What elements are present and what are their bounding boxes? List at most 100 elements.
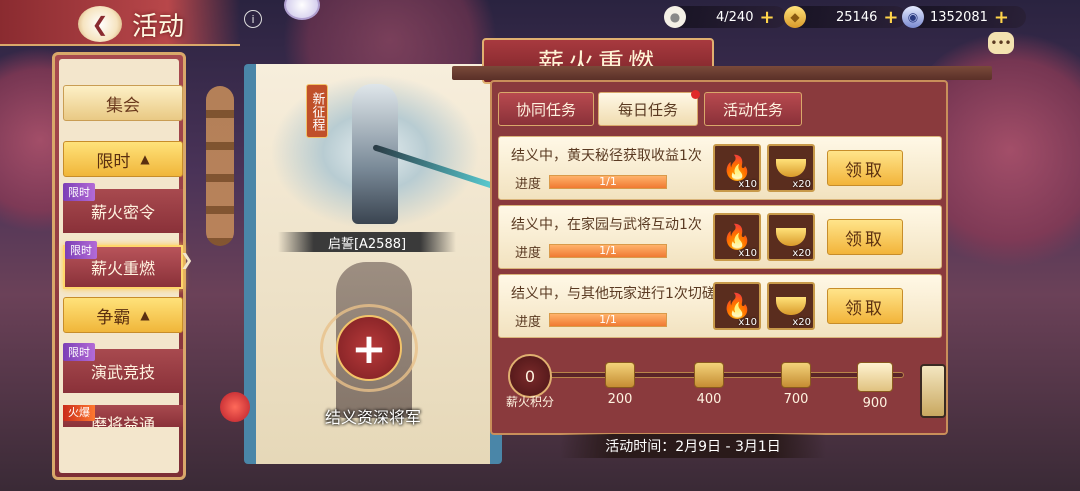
tab-label: 活动任务 — [722, 100, 783, 119]
sidebar-group-label: 限时 — [96, 151, 131, 172]
red-pouch-icon[interactable] — [220, 392, 250, 422]
sidebar-item-mojiang[interactable]: 火爆 磨将益通 — [63, 405, 183, 427]
add-gold-button[interactable]: + — [883, 7, 898, 28]
sidebar-item-xinhuo-chongran[interactable]: 限时 薪火重燃 — [63, 241, 183, 289]
reward-qty: x10 — [738, 317, 757, 328]
new-journey-badge: 新征程 — [306, 84, 328, 138]
reward-qty: x10 — [738, 179, 757, 190]
reward-item[interactable]: 🔥 x10 — [713, 282, 761, 330]
notification-dot-icon — [691, 90, 700, 99]
sidebar-group-label: 集会 — [106, 95, 140, 116]
chevron-up-icon: ▲ — [140, 308, 150, 322]
big-chest-icon — [857, 362, 893, 392]
sidebar-group-label: 争霸 — [96, 307, 131, 328]
limited-tag: 限时 — [63, 183, 95, 201]
scroll-decoration — [206, 86, 234, 246]
milestone-value: 700 — [783, 392, 809, 407]
tab-label: 每日任务 — [617, 100, 678, 119]
limited-tag: 限时 — [63, 343, 95, 361]
tab-daily[interactable]: 每日任务 — [598, 90, 700, 126]
milestone-chest[interactable]: 900 — [850, 362, 900, 411]
reward-qty: x10 — [738, 248, 757, 259]
add-stamina-button[interactable]: + — [759, 7, 774, 28]
badge-text: 新征程 — [309, 91, 325, 131]
reward-qty: x20 — [792, 317, 811, 328]
lantern-icon — [920, 364, 946, 418]
reward-item[interactable]: 🔥 x10 — [713, 213, 761, 261]
sidebar-item-label: 薪火重燃 — [90, 259, 155, 278]
progress-text: 1/1 — [599, 175, 617, 188]
hero-name: 启誓[A2588] — [327, 236, 407, 252]
add-silver-button[interactable]: + — [994, 7, 1009, 28]
score-value: 0 — [524, 366, 536, 386]
progress-bar: 1/1 — [549, 313, 667, 327]
hero-name-plate: 启誓[A2588] — [278, 232, 456, 252]
gold-ingot-icon — [776, 297, 806, 315]
tab-label: 协同任务 — [515, 100, 576, 119]
sidebar-item-xinhuo-miling[interactable]: 限时 薪火密令 — [63, 183, 183, 233]
page-title: 活动 — [132, 12, 185, 42]
task-row: 结义中，与其他玩家进行1次切磋 进度 1/1 🔥 x10 x20 领取 — [498, 274, 942, 338]
score-orb: 0 — [508, 354, 552, 398]
add-ring — [320, 304, 418, 392]
event-time-bar: 活动时间：2月9日 - 3月1日 — [560, 434, 826, 458]
add-general-label: 结义资深将军 — [324, 408, 421, 427]
sidebar-panel: 集会 限时 ▲ 限时 薪火密令 限时 薪火重燃 争霸 ▲ 限时 演武竞技 火爆 … — [59, 59, 183, 473]
milestone-chest[interactable]: 200 — [595, 362, 645, 407]
reward-item[interactable]: 🔥 x10 — [713, 144, 761, 192]
resource-stamina: ● 4/240 + — [664, 6, 786, 28]
milestone-chest[interactable]: 400 — [684, 362, 734, 407]
chest-icon — [605, 362, 635, 388]
collapse-arrow-icon[interactable]: ❯ — [180, 250, 193, 269]
score-label: 薪火积分 — [505, 395, 554, 409]
bun-icon: ● — [664, 6, 686, 28]
progress-text: 1/1 — [599, 244, 617, 257]
info-icon[interactable]: i — [244, 10, 262, 28]
sidebar-item-label: 磨将益通 — [90, 415, 155, 427]
panel-roof — [452, 66, 992, 80]
reward-item[interactable]: x20 — [767, 213, 815, 261]
claim-button[interactable]: 领取 — [827, 219, 903, 255]
task-title: 结义中，在家园与武将互动1次 — [511, 217, 702, 233]
progress-label: 进度 — [515, 315, 542, 330]
resource-value: 4/240 — [716, 9, 754, 25]
progress-text: 1/1 — [599, 313, 617, 326]
claim-button[interactable]: 领取 — [827, 288, 903, 324]
task-title: 结义中，黄天秘径获取收益1次 — [511, 148, 702, 164]
sidebar-group-contest[interactable]: 争霸 ▲ — [63, 297, 183, 333]
progress-bar: 1/1 — [549, 175, 667, 189]
reward-item[interactable]: x20 — [767, 144, 815, 192]
add-general-button[interactable]: + — [320, 304, 418, 392]
fire-bowl-icon: 🔥 — [722, 223, 752, 251]
reward-item[interactable]: x20 — [767, 282, 815, 330]
sidebar-item-label: 演武竞技 — [90, 363, 155, 382]
progress-label: 进度 — [515, 246, 542, 261]
tab-event[interactable]: 活动任务 — [704, 92, 802, 126]
gold-ingot-icon: ◆ — [784, 6, 806, 28]
progress-bar: 1/1 — [549, 244, 667, 258]
event-time: 活动时间：2月9日 - 3月1日 — [605, 439, 781, 455]
chest-icon — [781, 362, 811, 388]
hot-tag: 火爆 — [63, 405, 95, 421]
chevron-up-icon: ▲ — [140, 152, 150, 166]
sidebar-group-gathering[interactable]: 集会 — [63, 85, 183, 121]
sidebar-item-yanwu-jingji[interactable]: 限时 演武竞技 — [63, 343, 183, 393]
resource-value: 25146 — [836, 9, 878, 25]
milestone-chest[interactable]: 700 — [771, 362, 821, 407]
claim-button[interactable]: 领取 — [827, 150, 903, 186]
back-button[interactable]: ❮ — [78, 6, 122, 42]
fire-bowl-icon: 🔥 — [722, 292, 752, 320]
milestone-value: 400 — [696, 392, 722, 407]
limited-tag: 限时 — [65, 241, 97, 259]
milestone-value: 900 — [862, 396, 888, 411]
chat-icon[interactable]: ••• — [988, 32, 1014, 54]
progress-label: 进度 — [515, 177, 542, 192]
sidebar-item-label: 薪火密令 — [90, 203, 155, 222]
chest-icon — [694, 362, 724, 388]
sidebar-group-limited[interactable]: 限时 ▲ — [63, 141, 183, 177]
gold-ingot-icon — [776, 228, 806, 246]
tab-cooperative[interactable]: 协同任务 — [498, 92, 594, 126]
reward-qty: x20 — [792, 248, 811, 259]
milestone-value: 200 — [607, 392, 633, 407]
hero-portrait[interactable] — [270, 74, 498, 230]
